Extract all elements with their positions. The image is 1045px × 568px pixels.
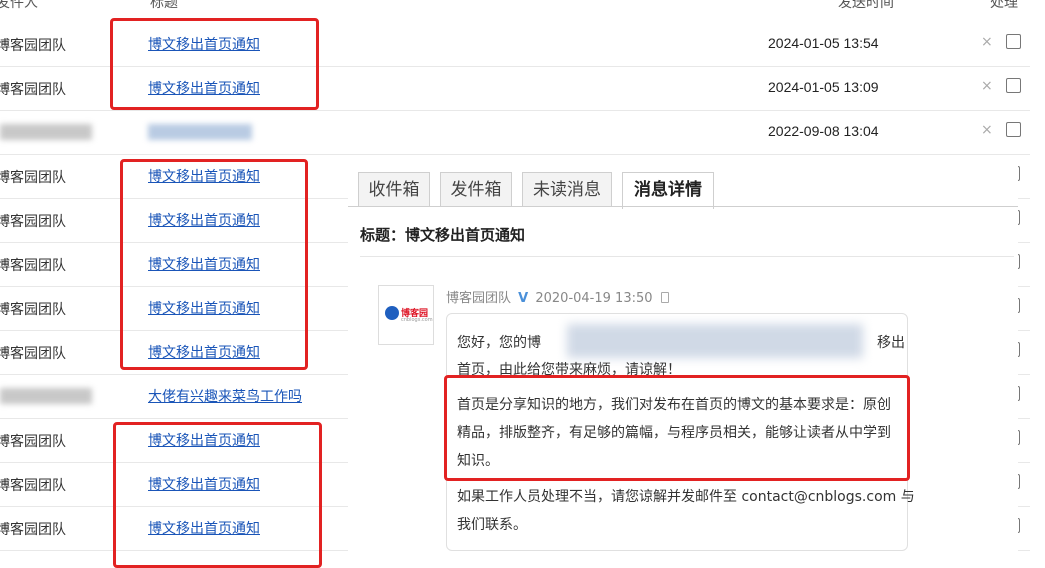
send-time: 2022-09-08 13:04 bbox=[768, 123, 879, 139]
message-title-link[interactable]: 博文移出首页通知 bbox=[148, 518, 260, 538]
message-title-link[interactable]: 博文移出首页通知 bbox=[148, 430, 260, 450]
sender-name: 博客园团队 bbox=[0, 346, 66, 362]
blurred-sender bbox=[0, 388, 92, 404]
tab-message-detail[interactable]: 消息详情 bbox=[622, 172, 714, 209]
message-card: 博客园 cnblogs.com 博客园团队 V 2020-04-19 13:50… bbox=[360, 256, 1014, 559]
title-column-header: 标题 bbox=[150, 0, 178, 11]
time-column-header: 发送时间 bbox=[838, 0, 894, 11]
table-header: 发件人 标题 发送时间 处理 bbox=[0, 0, 1045, 12]
message-title-link[interactable]: 博文移出首页通知 bbox=[148, 254, 260, 274]
sender-name: 博客园团队 bbox=[0, 478, 66, 494]
verified-icon: V bbox=[518, 291, 529, 306]
sender-name: 博客园团队 bbox=[0, 214, 66, 230]
avatar[interactable]: 博客园 cnblogs.com bbox=[378, 285, 434, 345]
blurred-post-title bbox=[567, 324, 863, 358]
message-title-link[interactable]: 博文移出首页通知 bbox=[148, 34, 260, 54]
message-detail-panel: 收件箱 发件箱 未读消息 消息详情 标题：博文移出首页通知 博客园 cnblog… bbox=[348, 160, 1018, 558]
send-time: 2024-01-05 13:54 bbox=[768, 35, 879, 51]
sender-name: 博客园团队 bbox=[0, 302, 66, 318]
message-detail-title: 标题：博文移出首页通知 bbox=[360, 226, 526, 244]
send-time: 2024-01-05 13:09 bbox=[768, 79, 879, 95]
requirement-line-1: 首页是分享知识的地方，我们对发布在首页的博文的基本要求是：原创 bbox=[457, 397, 891, 413]
trash-icon[interactable] bbox=[660, 292, 669, 303]
row-checkbox[interactable] bbox=[1006, 122, 1021, 137]
tab-outbox[interactable]: 发件箱 bbox=[440, 172, 512, 207]
sender-name: 博客园团队 bbox=[0, 38, 66, 54]
row-checkbox[interactable] bbox=[1006, 78, 1021, 93]
message-line-2: 首页，由此给您带来麻烦，请谅解！ bbox=[457, 362, 681, 378]
contact-line-1: 如果工作人员处理不当，请您谅解并发邮件至 contact@cnblogs.com… bbox=[457, 489, 915, 505]
table-row: 博客园团队 博文移出首页通知 2024-01-05 13:54 × bbox=[0, 22, 1030, 67]
message-title-link[interactable]: 大佬有兴趣来菜鸟工作吗 bbox=[148, 386, 302, 406]
delete-icon[interactable]: × bbox=[981, 34, 993, 50]
message-sender[interactable]: 博客园团队 bbox=[446, 291, 511, 306]
message-title-link[interactable]: 博文移出首页通知 bbox=[148, 78, 260, 98]
message-title-link[interactable]: 博文移出首页通知 bbox=[148, 474, 260, 494]
requirement-line-2: 精品，排版整齐，有足够的篇幅，与程序员相关，能够让读者从中学到 bbox=[457, 425, 891, 441]
message-title-link[interactable]: 博文移出首页通知 bbox=[148, 166, 260, 186]
message-title-link[interactable]: 博文移出首页通知 bbox=[148, 298, 260, 318]
action-column-header: 处理 bbox=[990, 0, 1018, 11]
tab-inbox[interactable]: 收件箱 bbox=[358, 172, 430, 207]
blurred-sender bbox=[0, 124, 92, 140]
message-time: 2020-04-19 13:50 bbox=[535, 291, 653, 306]
sender-name: 博客园团队 bbox=[0, 82, 66, 98]
message-meta: 博客园团队 V 2020-04-19 13:50 bbox=[446, 287, 669, 306]
sender-column-header: 发件人 bbox=[0, 0, 38, 11]
delete-icon[interactable]: × bbox=[981, 78, 993, 94]
sender-name: 博客园团队 bbox=[0, 522, 66, 538]
message-title-link[interactable]: 博文移出首页通知 bbox=[148, 342, 260, 362]
tab-divider bbox=[348, 206, 1018, 207]
contact-line-2: 我们联系。 bbox=[457, 517, 527, 533]
table-row: 博客园团队 博文移出首页通知 2024-01-05 13:09 × bbox=[0, 66, 1030, 111]
sender-name: 博客园团队 bbox=[0, 170, 66, 186]
blurred-title bbox=[148, 124, 252, 140]
tab-unread[interactable]: 未读消息 bbox=[522, 172, 612, 207]
delete-icon[interactable]: × bbox=[981, 122, 993, 138]
sender-name: 博客园团队 bbox=[0, 258, 66, 274]
message-line-end: 移出 bbox=[877, 335, 905, 351]
avatar-logo-subtext: cnblogs.com bbox=[401, 317, 433, 323]
table-row: 2022-09-08 13:04 × bbox=[0, 110, 1030, 155]
message-title-link[interactable]: 博文移出首页通知 bbox=[148, 210, 260, 230]
sender-name: 博客园团队 bbox=[0, 434, 66, 450]
requirement-line-3: 知识。 bbox=[457, 453, 499, 469]
message-bubble: 您好，您的博 移出 首页，由此给您带来麻烦，请谅解！ 首页是分享知识的地方，我们… bbox=[446, 313, 915, 551]
cnblogs-logo-icon bbox=[385, 306, 399, 320]
message-line-start: 您好，您的博 bbox=[457, 335, 541, 351]
row-checkbox[interactable] bbox=[1006, 34, 1021, 49]
